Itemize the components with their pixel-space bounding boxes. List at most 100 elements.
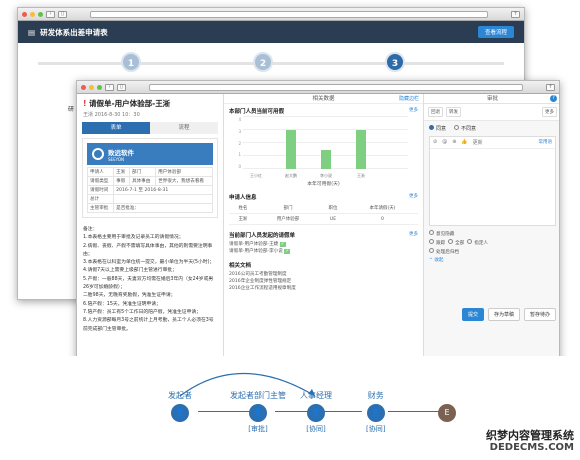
close-dot[interactable] [81,84,86,90]
y-axis: 4 3 2 1 0 [231,117,241,169]
collapse-link[interactable]: ^ 收起 [429,257,556,265]
note-line: 6.陪产假：15天，凭准生证明申请； [83,301,161,307]
track-option[interactable]: 跟踪 全部 指定人 [429,239,556,248]
back-arrow-icon[interactable]: ‹ [105,83,114,91]
flow-node-initiator[interactable]: 发起者 👤 [168,390,192,422]
close-dot[interactable] [22,11,27,17]
like-icon[interactable]: 👍 [461,139,467,146]
front-window-chrome: ‹ ▯ ↑ [77,81,559,94]
rollback-button[interactable]: 回退 [428,107,443,117]
table-cell: 主管审批 [86,203,115,213]
url-bar[interactable] [90,10,488,18]
hide-opinion-option[interactable]: 意见隐藏 [429,230,556,239]
flow-node-end[interactable]: E [438,401,456,422]
approval-header: 审批 ? [424,94,559,104]
more-button[interactable]: 更多 [542,107,557,117]
table-cell: 部门 [128,167,157,177]
maximize-dot[interactable] [97,84,102,90]
step-1[interactable]: 1 [121,52,141,72]
action-buttons: 提交 存为草稿 暂存待办 [424,308,559,321]
submit-button[interactable]: 提交 [461,308,484,321]
step-3[interactable]: 3 [385,52,405,72]
applicant-section-title: 申请人信息 [229,195,257,201]
flow-node-hr[interactable]: 人事经理 👤 [协同] [300,390,332,434]
more-link[interactable]: 更多 [409,231,418,239]
leave-bar-chart: 4 3 2 1 0 王小红 赵大鹏 李小说 王淅 [238,116,418,179]
table-row: 申请人 王淅 部门 用户体验部 [86,167,213,177]
chart-section: 本部门人员当前可用假 更多 4 3 2 1 0 王小红 赵大鹏 李小说 王淅 本年可用假(天) [224,104,423,190]
url-bar[interactable] [149,83,523,91]
maximize-dot[interactable] [38,11,43,17]
form-title-text: 请假单-用户体验部-王淅 [89,99,171,108]
view-flow-button[interactable]: 查看流程 [477,26,514,38]
table-cell[interactable]: 王淅 [113,167,130,177]
save-draft-button[interactable]: 存为草稿 [487,308,520,321]
note-line: 1.本表格主要用于审批及记录员工的请假情况； [83,235,184,241]
attach-icon[interactable]: ⊘ [433,139,437,146]
pending-button[interactable]: 暂存待办 [523,308,556,321]
forward-button[interactable]: 转发 [446,107,461,117]
common-phrases-link[interactable]: 常用语 [539,139,553,146]
minimize-dot[interactable] [89,84,94,90]
flow-node-finance[interactable]: 财务 👤 [协同] [366,390,385,434]
hide-sidebar-link[interactable]: 隐藏边栏 [399,94,419,104]
y-tick: 0 [238,164,241,169]
table-cell: UE [319,213,347,225]
table-row: 总计 [86,194,213,204]
emoji-icon[interactable]: ⊕ [452,139,456,146]
disagree-radio[interactable]: 不同意 [454,125,476,132]
back-arrow-icon[interactable]: ‹ [46,10,55,18]
more-link[interactable]: 更多 [409,193,418,201]
table-cell[interactable]: 事假 [113,176,130,186]
tab-flow[interactable]: 流程 [150,122,218,134]
list-item[interactable]: 2016公司员工考勤管理制度 [229,271,418,278]
column-header: 部门 [256,203,320,214]
comment-textarea[interactable]: ⊘ @ ⊕ 👍 更新 常用语 [429,136,556,226]
form-meta: 王淅 2016-8-30 10：30 [83,112,140,118]
mention-icon[interactable]: @ [442,139,447,146]
more-link[interactable]: 更多 [409,107,418,115]
grid-line [243,129,408,130]
help-icon[interactable]: ? [550,95,557,102]
note-line: 4.请假7天以上需要上级部门主管进行审批； [83,268,177,274]
list-item[interactable]: 2016年企业制度弹性管理规定 [229,278,418,285]
list-item[interactable]: 请假单-用户体验部-王婕 ✓ [229,241,418,248]
list-item[interactable]: 请假单-用户体验部-李小说 ✓ [229,248,418,255]
minimize-dot[interactable] [30,11,35,17]
update-icon[interactable]: 更新 [473,139,483,146]
table-row: 请假类型 事假 具体事由 世界很大，我想去看看 [86,176,213,186]
flow-node-manager[interactable]: 发起者部门主管 👤 [审批] [230,390,286,434]
workflow-diagram: 发起者 👤 发起者部门主管 👤 [审批] 人事经理 👤 [协同] 财务 👤 [协… [0,356,580,460]
important-mark: ! [83,99,87,108]
front-window: ‹ ▯ ↑ ! 请假单-用户体验部-王淅 王淅 2016-8-30 10：30 … [76,80,560,372]
list-item[interactable]: 2016企业工作流程适用规章制度 [229,285,418,292]
docs-section-title: 相关文档 [229,263,252,269]
table-cell[interactable]: 世界很大，我想去看看 [155,176,213,186]
table-cell[interactable]: 是否批准： [113,203,213,213]
tab-form[interactable]: 表单 [82,122,150,134]
table-cell[interactable]: 用户体验部 [155,167,213,177]
radio-off-icon [454,125,460,130]
sidebar-icon[interactable]: ▯ [117,83,126,91]
logo-subtext: SEEYON [108,156,124,162]
x-tick-label: 王淅 [357,173,365,178]
note-line: 备注： [83,227,98,232]
agree-radio[interactable]: 同意 [429,125,446,132]
person-icon: 👤 [366,404,385,422]
sidebar-icon[interactable]: ▯ [58,10,67,18]
person-icon: 👤 [171,404,189,422]
table-cell[interactable]: 2016-7-1 至 2016-8-31 [113,185,213,195]
share-icon[interactable]: ↑ [546,83,555,91]
document-icon: ▤ [28,27,36,37]
approval-options: 意见隐藏 跟踪 全部 指定人 处理后归档 ^ 收起 [424,226,559,269]
table-cell: 请假类型 [86,176,115,186]
x-tick-label: 李小说 [320,173,332,178]
table-cell[interactable] [113,194,213,204]
chart-section-title: 本部门人员当前可用假 [229,109,285,115]
note-line: 二胎98天，无晚育奖励假，凭准生证申请； [83,293,176,299]
logo-text: 致远软件 [108,148,134,157]
archive-option[interactable]: 处理后归档 [429,248,556,257]
step-2[interactable]: 2 [253,52,273,72]
share-icon[interactable]: ↑ [511,10,520,18]
note-line: 7.陪产假：员工有5个工作日的陪产假，凭准生证申请； [83,309,201,315]
